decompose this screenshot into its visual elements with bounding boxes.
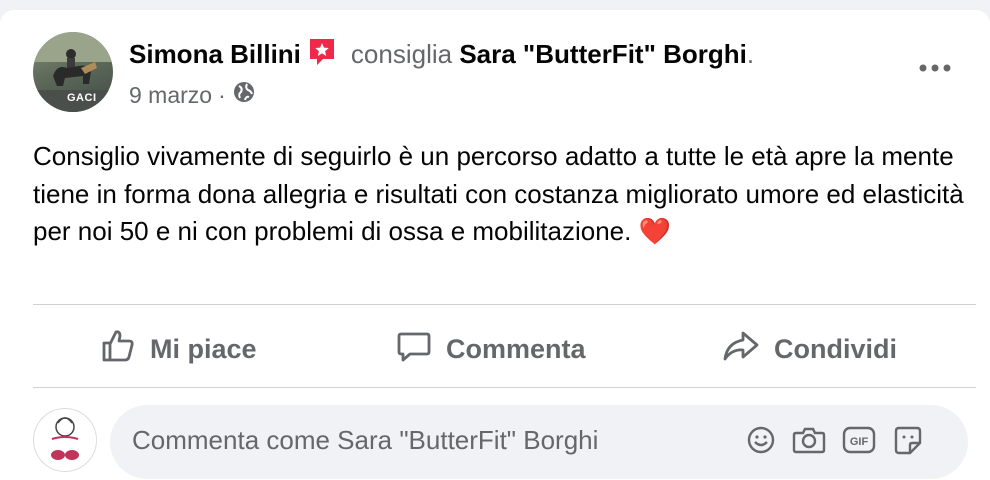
post-body: Consiglio vivamente di seguirlo è un per… <box>33 138 973 251</box>
gif-icon[interactable]: GIF <box>842 425 876 455</box>
recommended-page-name[interactable]: Sara "ButterFit" Borghi <box>459 39 747 69</box>
comment-tools: GIF <box>746 425 924 455</box>
emoji-icon[interactable] <box>746 425 776 455</box>
author-avatar[interactable]: GACI <box>33 32 113 112</box>
thumbs-up-icon <box>100 328 136 371</box>
header-period: . <box>746 39 755 69</box>
share-label: Condividi <box>774 334 897 364</box>
avatar-logo-text: GACI <box>67 92 97 104</box>
share-button[interactable]: Condividi <box>722 328 897 371</box>
commenter-avatar[interactable] <box>33 408 97 472</box>
divider-bottom <box>33 387 976 388</box>
star-badge-icon <box>307 36 337 66</box>
share-arrow-icon <box>722 328 760 371</box>
comment-bubble-icon <box>396 328 432 371</box>
globe-icon <box>232 80 256 110</box>
recommend-verb: consiglia <box>350 39 453 69</box>
comment-placeholder: Commenta come Sara "ButterFit" Borghi <box>132 425 599 455</box>
camera-icon[interactable] <box>792 425 826 455</box>
post-date[interactable]: 9 marzo <box>129 82 212 109</box>
meta-separator: · <box>218 81 226 108</box>
sticker-icon[interactable] <box>892 425 924 455</box>
post-card: GACI Simona Billini consiglia Sara "Butte… <box>0 10 990 480</box>
butterfit-logo <box>51 417 79 460</box>
comment-button[interactable]: Commenta <box>396 328 586 371</box>
like-button[interactable]: Mi piace <box>100 328 257 371</box>
divider-top <box>33 304 976 305</box>
svg-text:GIF: GIF <box>850 436 869 448</box>
post-header: Simona Billini consiglia Sara "ButterFit"… <box>129 36 754 70</box>
heart-emoji: ❤️ <box>638 216 671 246</box>
post-meta: 9 marzo · <box>129 80 256 110</box>
author-name[interactable]: Simona Billini <box>129 39 301 69</box>
post-text: Consiglio vivamente di seguirlo è un per… <box>33 141 964 246</box>
comment-label: Commenta <box>446 334 586 364</box>
like-label: Mi piace <box>150 334 257 364</box>
more-options-icon[interactable] <box>915 58 955 78</box>
